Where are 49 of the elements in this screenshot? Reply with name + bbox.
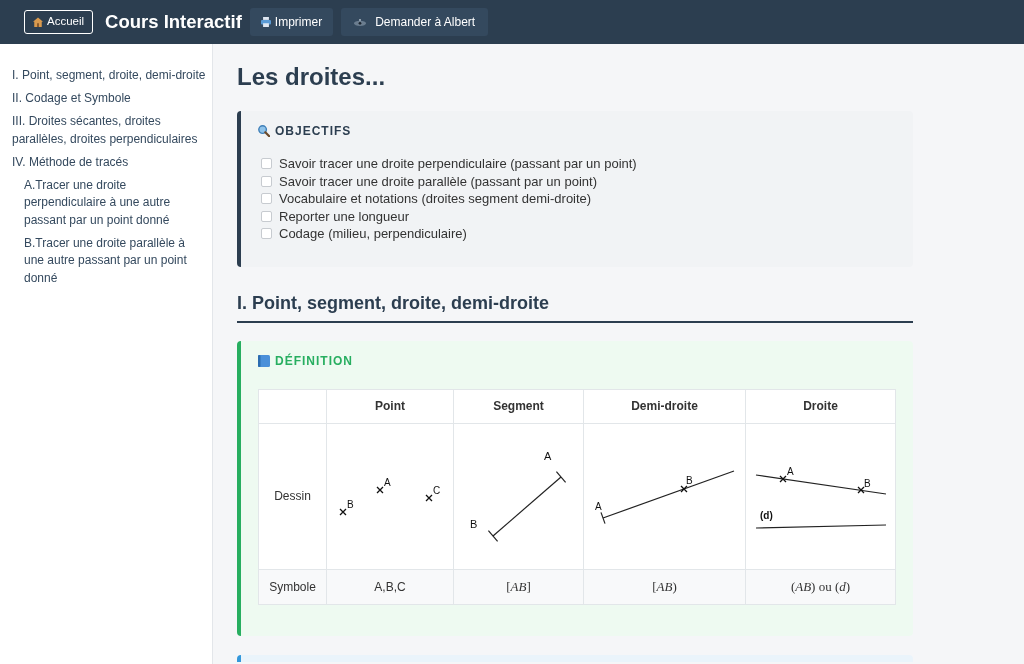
- house-icon: [33, 17, 43, 27]
- objective-text: Savoir tracer une droite parallèle (passant par un point): [279, 172, 597, 191]
- column-header: Droite: [745, 389, 896, 423]
- search-icon: [258, 125, 270, 137]
- home-button[interactable]: Accueil: [24, 10, 94, 34]
- objective-text: Savoir tracer une droite perpendiculaire (passant par un point): [279, 155, 637, 173]
- sidebar-link[interactable]: III. Droites sécantes, droites parallèles, droites perpendiculaires: [12, 113, 208, 148]
- panel-title: OBJECTIFS: [275, 123, 352, 139]
- sidebar-link[interactable]: A.Tracer une droite perpendiculaire à une autre passant par un point donné: [24, 176, 198, 229]
- page-title: Les droites...: [237, 62, 387, 92]
- app-title: Cours Interactif: [105, 10, 242, 35]
- column-header: Segment: [453, 389, 584, 423]
- table-cell: [AB]: [453, 569, 584, 604]
- row-header: Dessin: [258, 423, 327, 569]
- checkbox[interactable]: [261, 158, 272, 170]
- point-label: B: [347, 499, 354, 510]
- printer-icon: [260, 17, 271, 27]
- column-header: Point: [326, 389, 454, 423]
- row-header: Symbole: [258, 569, 327, 604]
- point-label: C: [433, 485, 441, 496]
- checkbox[interactable]: [261, 193, 272, 205]
- sidebar-link[interactable]: I. Point, segment, droite, demi-droite: [12, 67, 208, 85]
- sidebar-link[interactable]: II. Codage et Symbole: [12, 90, 208, 108]
- point-label: A: [384, 477, 391, 488]
- sidebar-link[interactable]: IV. Méthode de tracés: [12, 153, 208, 171]
- checkbox[interactable]: [261, 210, 272, 222]
- section-heading: I. Point, segment, droite, demi-droite: [237, 290, 913, 323]
- ask-button[interactable]: Demander à Albert: [341, 8, 489, 36]
- eye-icon: [354, 18, 367, 26]
- book-icon: [258, 354, 270, 367]
- column-header: Demi-droite: [583, 389, 746, 423]
- point-label: A: [543, 450, 551, 462]
- checkbox[interactable]: [261, 175, 272, 187]
- objective-text: Codage (milieu, perpendiculaire): [279, 225, 467, 243]
- objective-text: Vocabulaire et notations (droites segment demi-droite): [279, 190, 592, 208]
- checkbox[interactable]: [261, 228, 272, 240]
- table-cell: A,B,C: [326, 569, 454, 604]
- point-label: B: [685, 475, 693, 486]
- line-label: (d): [759, 510, 773, 521]
- point-label: A: [594, 501, 602, 512]
- sidebar-link[interactable]: B.Tracer une droite parallèle à une autre passant par un point donné: [24, 234, 198, 287]
- panel-title: DÉFINITION: [275, 352, 353, 369]
- point-label: B: [469, 518, 477, 530]
- objective-text: Reporter une longueur: [279, 207, 410, 226]
- print-button[interactable]: Imprimer: [249, 8, 334, 36]
- table-cell: (AB) ou (d): [745, 569, 896, 604]
- point-label: B: [863, 478, 871, 489]
- point-label: A: [786, 466, 794, 477]
- table-cell: [AB): [583, 569, 746, 604]
